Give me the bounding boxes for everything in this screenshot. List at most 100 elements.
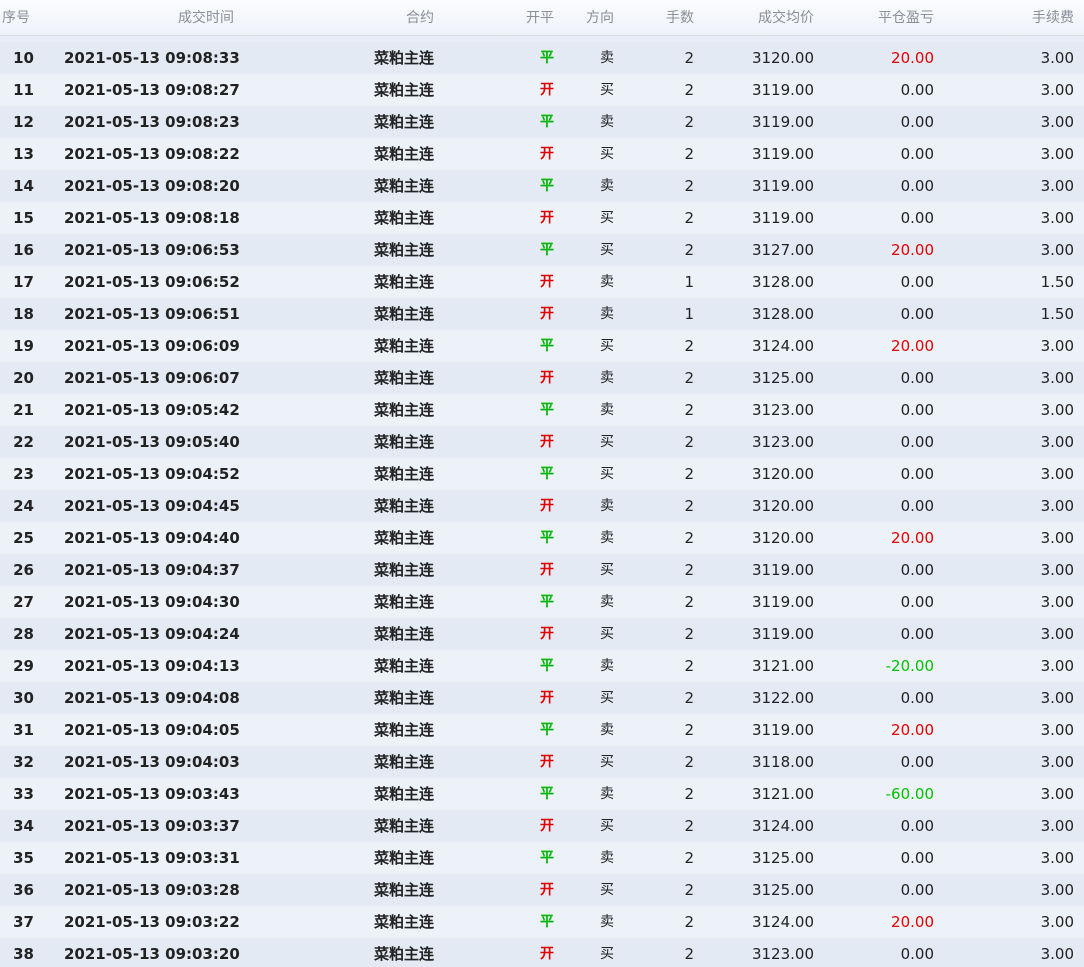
cell-open-close: 平 (540, 850, 554, 866)
table-row[interactable]: 37 2021-05-13 09:03:22 菜粕主连 平 卖 2 3124.00 20.00… (0, 906, 1084, 938)
cell-close-pnl: 0.00 (900, 881, 934, 899)
table-row[interactable]: 21 2021-05-13 09:05:42 菜粕主连 平 卖 2 3123.00 0.00 3… (0, 394, 1084, 426)
cell-direction: 卖 (600, 722, 614, 738)
cell-seq: 18 (13, 305, 34, 323)
cell-fee: 3.00 (1040, 881, 1074, 899)
cell-seq: 30 (13, 689, 34, 707)
header-direction[interactable]: 方向 (564, 0, 614, 36)
cell-contract: 菜粕主连 (373, 305, 434, 323)
cell-direction: 卖 (600, 914, 614, 930)
table-row[interactable]: 20 2021-05-13 09:06:07 菜粕主连 开 卖 2 3125.00 0.00 3… (0, 362, 1084, 394)
table-row[interactable]: 22 2021-05-13 09:05:40 菜粕主连 开 买 2 3123.00 0.00 3… (0, 426, 1084, 458)
table-row[interactable]: 31 2021-05-13 09:04:05 菜粕主连 平 卖 2 3119.00 20.00… (0, 714, 1084, 746)
table-row[interactable]: 33 2021-05-13 09:03:43 菜粕主连 平 卖 2 3121.00 -60.0… (0, 778, 1084, 810)
cell-qty: 2 (684, 433, 694, 451)
header-time[interactable]: 成交时间 (120, 0, 234, 36)
header-open-close[interactable]: 开平 (504, 0, 554, 36)
cell-fee: 3.00 (1040, 241, 1074, 259)
cell-avg-price: 3123.00 (751, 433, 814, 451)
cell-qty: 2 (684, 849, 694, 867)
header-close-pnl[interactable]: 平仓盈亏 (844, 0, 934, 36)
table-row[interactable]: 35 2021-05-13 09:03:31 菜粕主连 平 卖 2 3125.00 0.00 3… (0, 842, 1084, 874)
cell-time: 2021-05-13 09:08:27 (64, 81, 240, 99)
cell-qty: 2 (684, 81, 694, 99)
cell-direction: 买 (600, 210, 614, 226)
cell-qty: 2 (684, 945, 694, 963)
cell-direction: 卖 (600, 658, 614, 674)
table-row[interactable]: 15 2021-05-13 09:08:18 菜粕主连 开 买 2 3119.00 0.00 3… (0, 202, 1084, 234)
cell-avg-price: 3123.00 (751, 945, 814, 963)
cell-contract: 菜粕主连 (373, 273, 434, 291)
table-row[interactable]: 36 2021-05-13 09:03:28 菜粕主连 开 买 2 3125.00 0.00 3… (0, 874, 1084, 906)
cell-close-pnl: 0.00 (900, 593, 934, 611)
table-row[interactable]: 38 2021-05-13 09:03:20 菜粕主连 开 买 2 3123.00 0.00 3… (0, 938, 1084, 967)
table-row[interactable]: 17 2021-05-13 09:06:52 菜粕主连 开 卖 1 3128.00 0.00 1… (0, 266, 1084, 298)
cell-direction: 卖 (600, 50, 614, 66)
cell-open-close: 开 (540, 754, 554, 770)
cell-qty: 2 (684, 497, 694, 515)
header-contract[interactable]: 合约 (340, 0, 434, 36)
header-seq[interactable]: 序号 (2, 0, 34, 36)
cell-close-pnl: 20.00 (891, 49, 934, 67)
cell-time: 2021-05-13 09:08:23 (64, 113, 240, 131)
cell-close-pnl: 0.00 (900, 817, 934, 835)
cell-seq: 33 (13, 785, 34, 803)
cell-time: 2021-05-13 09:05:40 (64, 433, 240, 451)
cell-fee: 3.00 (1040, 145, 1074, 163)
cell-close-pnl: 0.00 (900, 753, 934, 771)
table-row[interactable]: 14 2021-05-13 09:08:20 菜粕主连 平 卖 2 3119.00 0.00 3… (0, 170, 1084, 202)
cell-close-pnl: 0.00 (900, 81, 934, 99)
cell-close-pnl: -20.00 (885, 657, 934, 675)
table-row[interactable]: 26 2021-05-13 09:04:37 菜粕主连 开 买 2 3119.00 0.00 3… (0, 554, 1084, 586)
cell-seq: 26 (13, 561, 34, 579)
header-avg-price[interactable]: 成交均价 (724, 0, 814, 36)
cell-close-pnl: 0.00 (900, 561, 934, 579)
cell-time: 2021-05-13 09:08:18 (64, 209, 240, 227)
table-row[interactable]: 16 2021-05-13 09:06:53 菜粕主连 平 买 2 3127.00 20.00… (0, 234, 1084, 266)
table-row[interactable]: 32 2021-05-13 09:04:03 菜粕主连 开 买 2 3118.00 0.00 3… (0, 746, 1084, 778)
cell-direction: 买 (600, 242, 614, 258)
table-row[interactable]: 30 2021-05-13 09:04:08 菜粕主连 开 买 2 3122.00 0.00 3… (0, 682, 1084, 714)
cell-fee: 3.00 (1040, 817, 1074, 835)
table-row[interactable]: 12 2021-05-13 09:08:23 菜粕主连 平 卖 2 3119.00 0.00 3… (0, 106, 1084, 138)
table-row[interactable]: 27 2021-05-13 09:04:30 菜粕主连 平 卖 2 3119.00 0.00 3… (0, 586, 1084, 618)
cell-fee: 3.00 (1040, 657, 1074, 675)
table-row[interactable]: 34 2021-05-13 09:03:37 菜粕主连 开 买 2 3124.00 0.00 3… (0, 810, 1084, 842)
cell-avg-price: 3124.00 (751, 913, 814, 931)
table-row[interactable]: 11 2021-05-13 09:08:27 菜粕主连 开 买 2 3119.00 0.00 3… (0, 74, 1084, 106)
cell-fee: 3.00 (1040, 401, 1074, 419)
cell-qty: 2 (684, 785, 694, 803)
cell-direction: 卖 (600, 530, 614, 546)
cell-open-close: 开 (540, 498, 554, 514)
cell-avg-price: 3124.00 (751, 337, 814, 355)
cell-contract: 菜粕主连 (373, 593, 434, 611)
table-row[interactable]: 10 2021-05-13 09:08:33 菜粕主连 平 卖 2 3120.00 20.00… (0, 42, 1084, 74)
cell-close-pnl: 0.00 (900, 401, 934, 419)
header-fee[interactable]: 手续费 (984, 0, 1074, 36)
cell-open-close: 平 (540, 338, 554, 354)
cell-close-pnl: 20.00 (891, 337, 934, 355)
cell-fee: 1.50 (1040, 305, 1074, 323)
cell-close-pnl: 20.00 (891, 721, 934, 739)
cell-avg-price: 3119.00 (751, 177, 814, 195)
table-row[interactable]: 13 2021-05-13 09:08:22 菜粕主连 开 买 2 3119.00 0.00 3… (0, 138, 1084, 170)
table-row[interactable]: 25 2021-05-13 09:04:40 菜粕主连 平 卖 2 3120.00 20.00… (0, 522, 1084, 554)
cell-time: 2021-05-13 09:03:22 (64, 913, 240, 931)
table-row[interactable]: 29 2021-05-13 09:04:13 菜粕主连 平 卖 2 3121.00 -20.0… (0, 650, 1084, 682)
cell-direction: 卖 (600, 402, 614, 418)
cell-avg-price: 3127.00 (751, 241, 814, 259)
table-row[interactable]: 19 2021-05-13 09:06:09 菜粕主连 平 买 2 3124.00 20.00… (0, 330, 1084, 362)
cell-contract: 菜粕主连 (373, 849, 434, 867)
cell-avg-price: 3123.00 (751, 401, 814, 419)
table-row[interactable]: 28 2021-05-13 09:04:24 菜粕主连 开 买 2 3119.00 0.00 3… (0, 618, 1084, 650)
table-row[interactable]: 23 2021-05-13 09:04:52 菜粕主连 平 买 2 3120.00 0.00 3… (0, 458, 1084, 490)
table-row[interactable]: 18 2021-05-13 09:06:51 菜粕主连 开 卖 1 3128.00 0.00 1… (0, 298, 1084, 330)
cell-time: 2021-05-13 09:04:05 (64, 721, 240, 739)
cell-close-pnl: 20.00 (891, 241, 934, 259)
cell-qty: 2 (684, 209, 694, 227)
table-row[interactable]: 24 2021-05-13 09:04:45 菜粕主连 开 卖 2 3120.00 0.00 3… (0, 490, 1084, 522)
cell-seq: 17 (13, 273, 34, 291)
cell-seq: 15 (13, 209, 34, 227)
cell-seq: 19 (13, 337, 34, 355)
header-qty[interactable]: 手数 (640, 0, 694, 36)
